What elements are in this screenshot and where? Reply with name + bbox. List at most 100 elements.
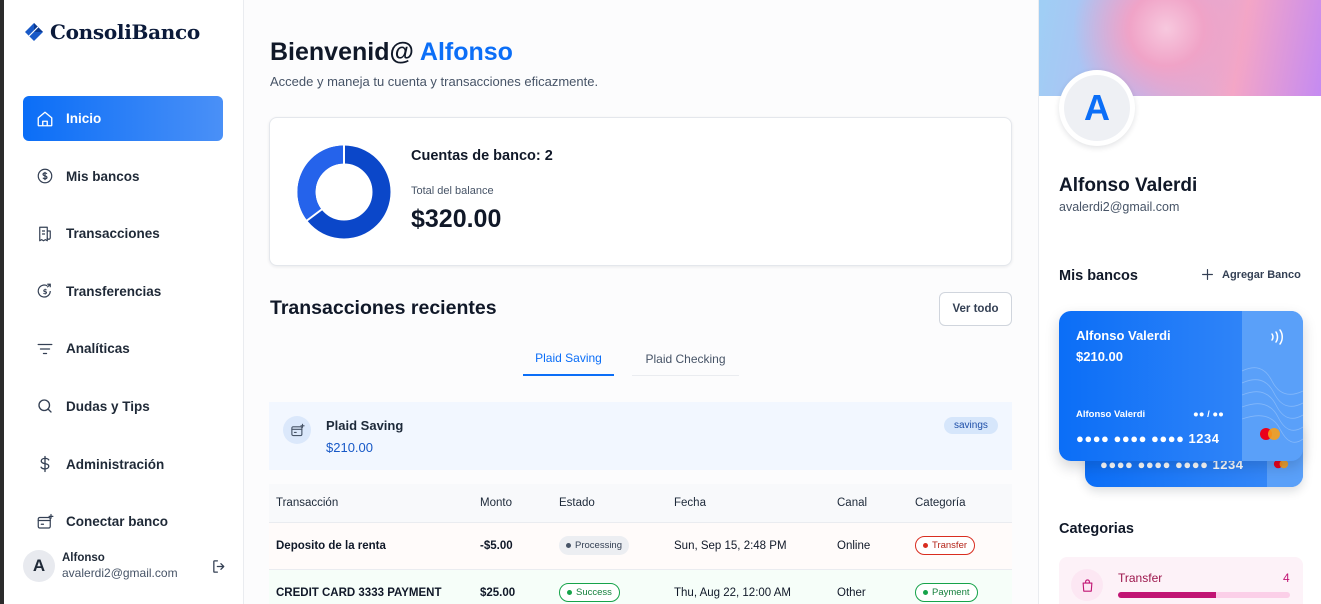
plus-icon — [1202, 269, 1213, 280]
total-balance-amount: $320.00 — [411, 205, 502, 233]
mastercard-icon — [1260, 428, 1280, 440]
sidebar-user: A Alfonso avalerdi2@gmail.com — [23, 550, 228, 582]
sidebar-item-label: Dudas y Tips — [66, 398, 150, 414]
category-progress-bar — [1118, 592, 1290, 598]
filter-lines-icon — [37, 343, 53, 355]
column-header: Categoría — [908, 484, 1012, 523]
column-header: Transacción — [269, 484, 473, 523]
my-banks-title: Mis bancos — [1059, 268, 1138, 284]
svg-text:$: $ — [43, 288, 48, 296]
categories-title: Categorias — [1059, 521, 1134, 537]
sidebar-item-transferencias[interactable]: $ Transferencias — [23, 269, 223, 314]
sidebar-user-email: avalerdi2@gmail.com — [62, 566, 178, 580]
recent-transactions-title: Transacciones recientes — [270, 297, 497, 319]
selected-bank-info: Plaid Saving $210.00 savings — [269, 402, 1012, 470]
balance-card: Cuentas de banco: 2 Total del balance $3… — [269, 117, 1012, 266]
sidebar-user-info: Alfonso avalerdi2@gmail.com — [62, 552, 211, 580]
status-text: Success — [576, 587, 612, 598]
sidebar-item-conectar-banco[interactable]: Conectar banco — [23, 499, 223, 544]
card-holder-name: Alfonso Valerdi — [1076, 328, 1171, 343]
transaction-amount: -$5.00 — [473, 522, 552, 570]
transaction-status-cell: Processing — [552, 522, 667, 570]
sidebar-item-mis-bancos[interactable]: Mis bancos — [23, 154, 223, 199]
connect-bank-icon — [37, 513, 54, 529]
bank-accounts-count: Cuentas de banco: 2 — [411, 148, 553, 164]
table-row[interactable]: Deposito de la renta -$5.00 Processing S… — [269, 522, 1012, 570]
category-name: Transfer — [1118, 571, 1163, 585]
tab-plaid-checking[interactable]: Plaid Checking — [632, 342, 739, 376]
sidebar: ConsoliBanco Inicio Mis bancos Transacci… — [4, 0, 244, 604]
profile-avatar: A — [1059, 70, 1135, 146]
view-all-button[interactable]: Ver todo — [939, 292, 1012, 326]
profile-panel: A Alfonso Valerdi avalerdi2@gmail.com Mi… — [1038, 0, 1321, 604]
sidebar-item-label: Inicio — [66, 111, 102, 126]
bank-card[interactable]: Alfonso Valerdi $210.00 Alfonso Valerdi … — [1059, 311, 1303, 461]
column-header: Estado — [552, 484, 667, 523]
card-number: ●●●● ●●●● ●●●● 1234 — [1076, 431, 1220, 446]
card-expiry: ●● / ●● — [1193, 409, 1224, 420]
transaction-channel: Online — [830, 522, 908, 570]
greeting-name: Alfonso — [419, 38, 513, 66]
transaction-name: Deposito de la renta — [269, 522, 473, 570]
sidebar-item-dudas-tips[interactable]: Dudas y Tips — [23, 384, 223, 429]
add-bank-button[interactable]: Agregar Banco — [1201, 268, 1301, 281]
brand[interactable]: ConsoliBanco — [24, 20, 200, 44]
dollar-sign-icon — [40, 455, 50, 473]
status-text: Processing — [575, 540, 622, 551]
profile-email: avalerdi2@gmail.com — [1059, 200, 1180, 214]
transaction-date: Sun, Sep 15, 2:48 PM — [667, 522, 830, 570]
column-header: Monto — [473, 484, 552, 523]
sidebar-item-transacciones[interactable]: Transacciones — [23, 211, 223, 256]
card-holder-small: Alfonso Valerdi — [1076, 409, 1146, 420]
transaction-name: CREDIT CARD 3333 PAYMENT — [269, 569, 473, 604]
brand-name: ConsoliBanco — [50, 20, 200, 44]
category-text: Transfer — [932, 540, 968, 551]
sidebar-item-label: Transferencias — [66, 283, 162, 299]
sidebar-item-label: Analíticas — [66, 341, 130, 357]
transfer-icon: $ — [37, 283, 51, 298]
brand-logo-icon — [25, 23, 43, 41]
main-content: Bienvenid@ Alfonso Accede y maneja tu cu… — [244, 0, 1038, 604]
category-badge: Payment — [915, 583, 978, 602]
transaction-amount: $25.00 — [473, 569, 552, 604]
bank-icon — [283, 416, 311, 444]
sidebar-nav: Inicio Mis bancos Transacciones $ Transf… — [23, 96, 223, 557]
transaction-status-cell: Success — [552, 569, 667, 604]
category-text: Payment — [932, 587, 970, 598]
transaction-channel: Other — [830, 569, 908, 604]
search-icon — [38, 399, 52, 414]
account-type-badge: savings — [944, 417, 998, 434]
category-item[interactable]: Transfer 4 — [1059, 557, 1303, 604]
profile-name: Alfonso Valerdi — [1059, 175, 1198, 196]
category-count: 4 — [1283, 571, 1290, 585]
table-header-row: Transacción Monto Estado Fecha Canal Cat… — [269, 484, 1012, 523]
status-badge: Success — [559, 583, 620, 602]
home-icon — [37, 111, 53, 126]
table-row[interactable]: CREDIT CARD 3333 PAYMENT $25.00 Success … — [269, 569, 1012, 604]
contactless-icon — [1271, 329, 1283, 345]
tab-plaid-saving[interactable]: Plaid Saving — [523, 342, 614, 376]
page-title: Bienvenid@ Alfonso — [270, 38, 513, 67]
sidebar-item-label: Mis bancos — [66, 168, 140, 184]
transaction-date: Thu, Aug 22, 12:00 AM — [667, 569, 830, 604]
category-progress-fill — [1118, 592, 1217, 598]
selected-bank-name: Plaid Saving — [326, 418, 404, 433]
column-header: Canal — [830, 484, 908, 523]
transaction-category-cell: Payment — [908, 569, 1012, 604]
sidebar-item-analiticas[interactable]: Analíticas — [23, 326, 223, 371]
dollar-circle-icon — [37, 168, 53, 184]
column-header: Fecha — [667, 484, 830, 523]
logout-icon[interactable] — [211, 558, 228, 575]
bank-tabs: Plaid Saving Plaid Checking — [523, 342, 739, 376]
add-bank-label: Agregar Banco — [1222, 268, 1301, 281]
page-subtitle: Accede y maneja tu cuenta y transaccione… — [270, 74, 599, 89]
sidebar-item-inicio[interactable]: Inicio — [23, 96, 223, 141]
transactions-table: Transacción Monto Estado Fecha Canal Cat… — [269, 484, 1012, 604]
transaction-category-cell: Transfer — [908, 522, 1012, 570]
profile-avatar-initial: A — [1064, 75, 1130, 141]
sidebar-item-administracion[interactable]: Administración — [23, 442, 223, 487]
card-balance: $210.00 — [1076, 349, 1123, 364]
category-badge: Transfer — [915, 536, 976, 555]
sidebar-item-label: Administración — [66, 456, 165, 472]
avatar[interactable]: A — [23, 550, 55, 582]
